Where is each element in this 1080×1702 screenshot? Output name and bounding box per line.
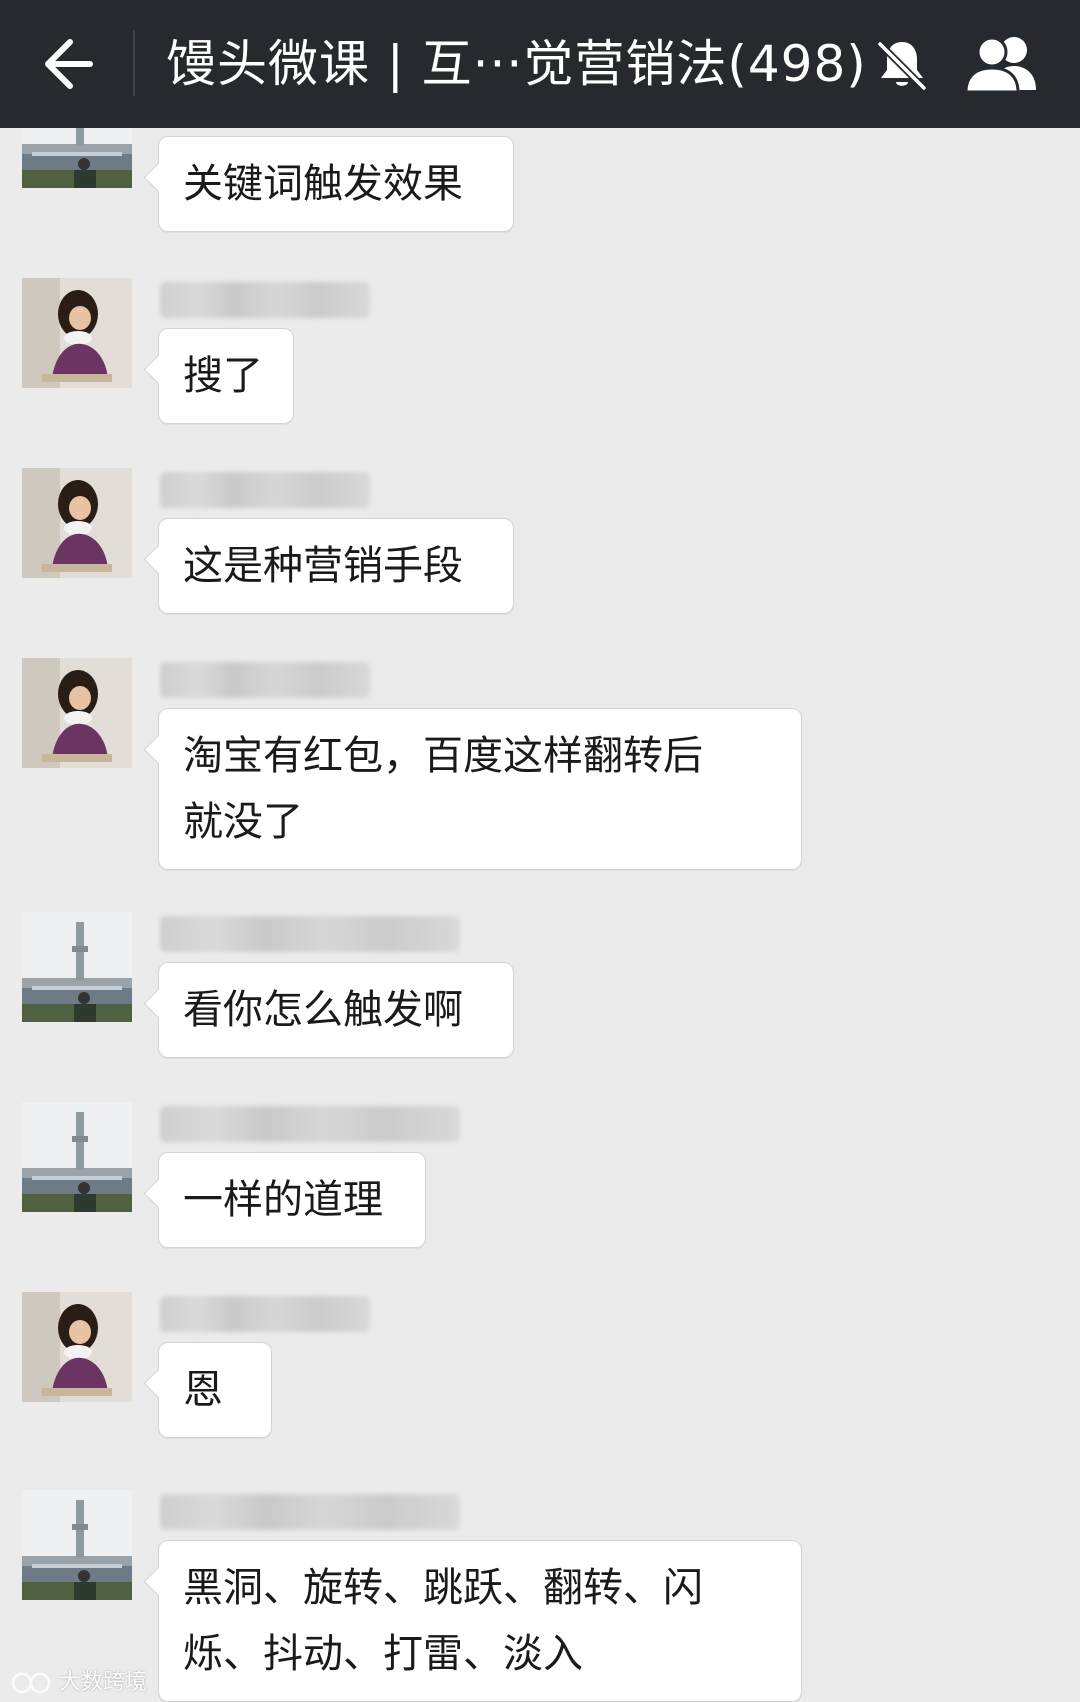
avatar[interactable] xyxy=(22,128,132,188)
message-bubble: 搜了 xyxy=(158,328,294,424)
message-bubble: 一样的道理 xyxy=(158,1152,426,1248)
avatar[interactable] xyxy=(22,658,132,768)
avatar[interactable] xyxy=(22,468,132,578)
avatar[interactable] xyxy=(22,1102,132,1212)
top-bar: 馒头微课 | 互···觉营销法(498) xyxy=(0,0,1080,128)
message-bubble: 淘宝有红包，百度这样翻转后 就没了 xyxy=(158,708,802,870)
sender-name xyxy=(160,282,370,318)
group-members-icon[interactable] xyxy=(962,30,1042,98)
header-divider xyxy=(133,30,135,96)
avatar[interactable] xyxy=(22,278,132,388)
chat-title: 馒头微课 | 互···觉营销法(498) xyxy=(166,35,867,93)
message-bubble: 黑洞、旋转、跳跃、翻转、闪 烁、抖动、打雷、淡入 xyxy=(158,1540,802,1702)
bell-muted-icon[interactable] xyxy=(872,34,932,94)
avatar[interactable] xyxy=(22,1490,132,1600)
sender-name xyxy=(160,662,370,698)
sender-name xyxy=(160,1296,370,1332)
message-bubble: 关键词触发效果 xyxy=(158,136,514,232)
sender-name xyxy=(160,916,460,952)
watermark-logo-icon xyxy=(11,1672,51,1694)
avatar[interactable] xyxy=(22,912,132,1022)
avatar[interactable] xyxy=(22,1292,132,1402)
chat-area[interactable]: 关键词触发效果 搜了 这是种营销手段 淘宝有红包，百度这样翻转后 就没了 看你怎… xyxy=(0,128,1080,1702)
watermark: 大数跨境 xyxy=(10,1668,147,1698)
sender-name xyxy=(160,1106,460,1142)
message-bubble: 看你怎么触发啊 xyxy=(158,962,514,1058)
sender-name xyxy=(160,1494,460,1530)
watermark-text: 大数跨境 xyxy=(59,1670,148,1695)
message-bubble: 这是种营销手段 xyxy=(158,518,514,614)
back-arrow-icon[interactable] xyxy=(30,28,102,100)
message-bubble: 恩 xyxy=(158,1342,272,1438)
sender-name xyxy=(160,472,370,508)
